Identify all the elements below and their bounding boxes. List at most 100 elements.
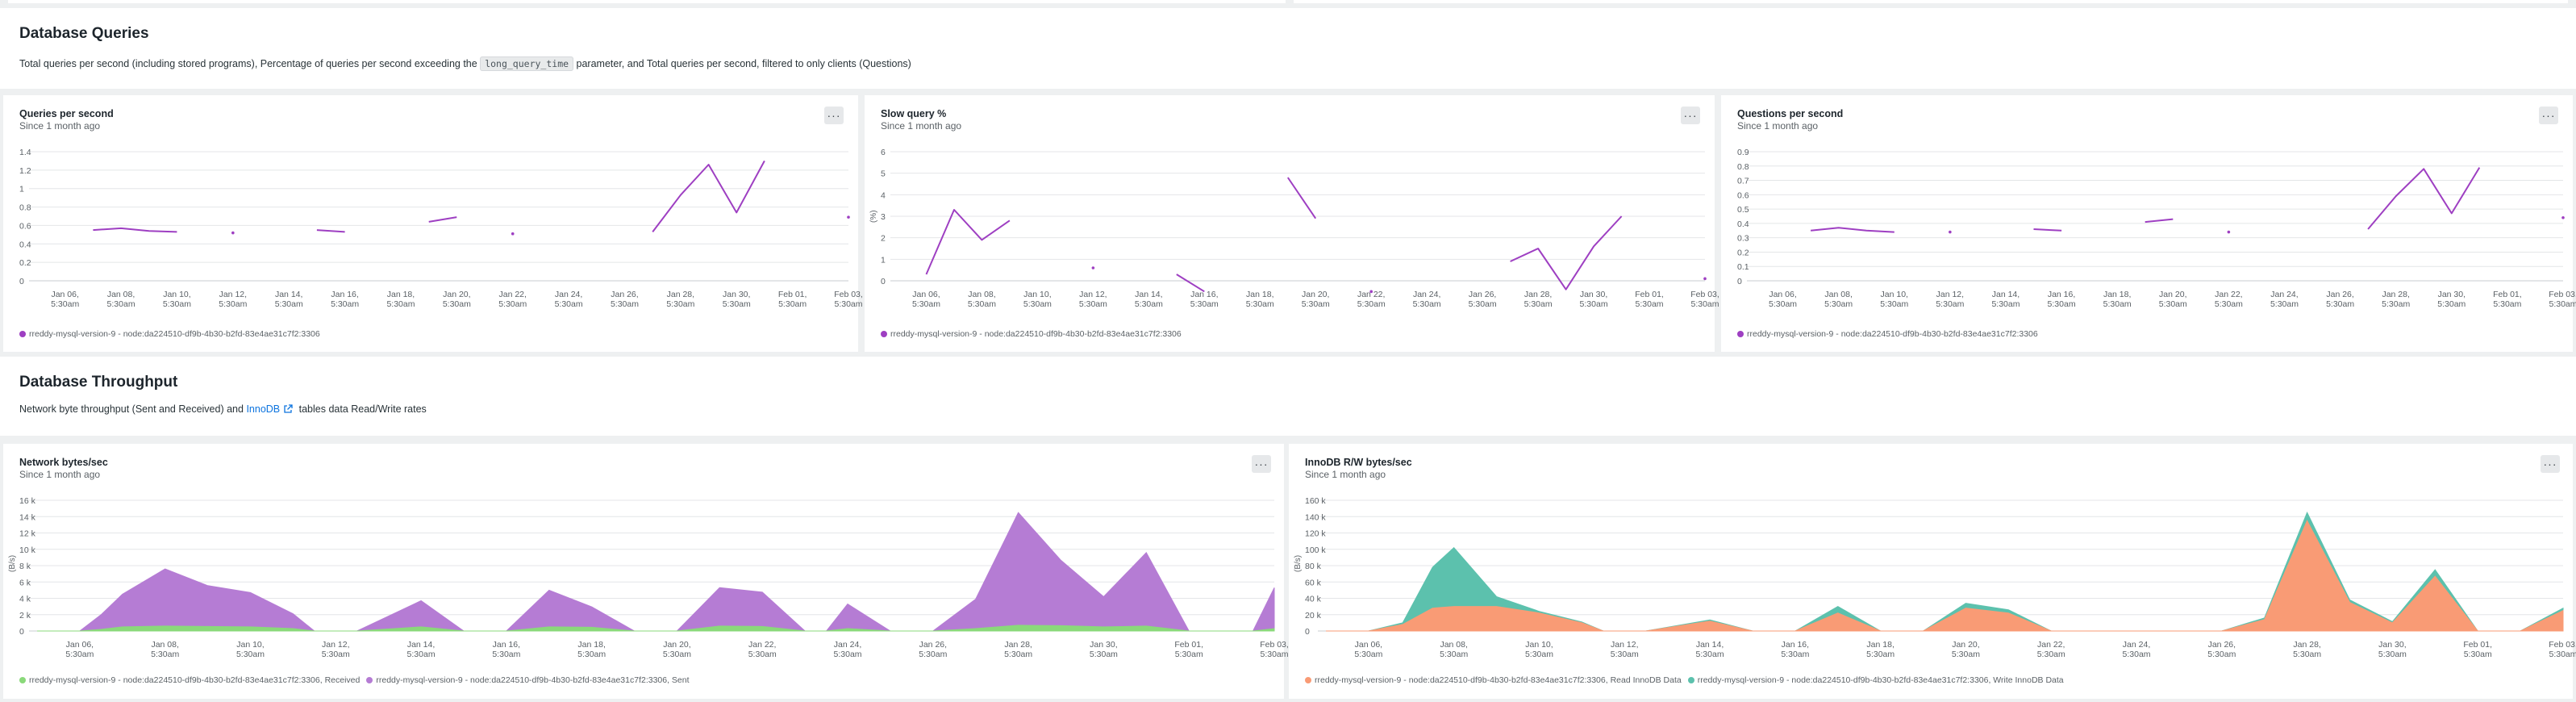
y-tick-label: 0.2 [1737,248,1749,257]
x-tick-label: Jan 14, [1992,290,2020,299]
y-tick-label: 0.8 [1737,162,1749,172]
legend-label: rreddy-mysql-version-9 - node:da224510-d… [1315,675,1682,685]
x-tick-label: Jan 20, [1952,640,1979,650]
y-tick-label: 0 [1305,627,1310,637]
y-tick-label: 0.6 [1737,190,1749,200]
y-tick-label: 0 [19,277,24,286]
chart-panel-questions-per-second: Questions per second Since 1 month ago ·… [1721,95,2576,352]
x-tick-label: Jan 06, [1769,290,1796,299]
x-tick-label: Jan 28, [667,290,694,299]
legend-item[interactable]: rreddy-mysql-version-9 - node:da224510-d… [881,329,1182,339]
y-tick-label: 2 [881,234,886,244]
chart-legend: rreddy-mysql-version-9 - node:da224510-d… [881,329,1188,339]
x-tick-label: Feb 03, [2549,290,2576,299]
x-tick-label: Jan 10, [1023,290,1051,299]
x-tick-label: Jan 12, [322,640,349,650]
description-text-1: Network byte throughput (Sent and Receiv… [19,403,244,415]
x-tick-label: Jan 28, [2382,290,2409,299]
chart-legend: rreddy-mysql-version-9 - node:da224510-d… [19,675,696,685]
x-tick-label: 5:30am [1357,299,1386,309]
y-axis-label: (%) [869,210,878,223]
x-tick-label: 5:30am [2549,650,2576,659]
x-tick-label: 5:30am [1525,650,1553,659]
x-tick-label: 5:30am [163,299,191,309]
x-tick-label: Jan 30, [2378,640,2406,650]
y-tick-label: 3 [881,212,886,222]
x-tick-label: Jan 30, [1580,290,1607,299]
section-description: Network byte throughput (Sent and Receiv… [19,403,427,415]
x-tick-label: 5:30am [2123,650,2151,659]
x-tick-label: 5:30am [331,299,359,309]
x-tick-label: Jan 14, [1135,290,1162,299]
x-tick-label: 5:30am [2103,299,2132,309]
x-tick-label: Jan 30, [1090,640,1117,650]
chart-panel-slow-query: Slow query % Since 1 month ago ··· 01234… [865,95,1719,352]
x-tick-label: Jan 24, [1413,290,1440,299]
x-tick-label: 5:30am [322,650,350,659]
x-tick-label: Jan 20, [663,640,690,650]
x-tick-label: 5:30am [2215,299,2243,309]
y-tick-label: 0 [19,627,24,637]
x-tick-label: 5:30am [1636,299,1664,309]
y-tick-label: 0.8 [19,203,31,213]
y-tick-label: 2 k [19,611,31,621]
series-line [1286,177,1317,219]
x-tick-label: Feb 03, [1260,640,1289,650]
x-tick-label: 5:30am [2037,650,2065,659]
queries-per-second-chart: 00.20.40.60.811.21.4Jan 06,5:30amJan 08,… [19,148,863,309]
x-tick-label: Jan 18, [387,290,415,299]
series-line [1810,227,1894,233]
y-tick-label: 1.4 [19,148,31,157]
x-tick-label: Jan 22, [748,640,776,650]
legend-item[interactable]: rreddy-mysql-version-9 - node:da224510-d… [19,329,320,339]
y-tick-label: 6 k [19,578,31,587]
x-tick-label: 5:30am [1246,299,1274,309]
chart-panel-queries-per-second: Queries per second Since 1 month ago ···… [3,95,863,352]
x-tick-label: 5:30am [1611,650,1639,659]
y-axis-label: (B/s) [1294,555,1303,572]
legend-dot [19,677,26,683]
y-tick-label: 120 k [1305,529,1326,539]
x-tick-label: Jan 08, [151,640,178,650]
legend-item[interactable]: rreddy-mysql-version-9 - node:da224510-d… [1305,675,1682,685]
x-tick-label: 5:30am [834,299,862,309]
x-tick-label: Jan 12, [1611,640,1638,650]
x-tick-label: 5:30am [443,299,471,309]
data-point [231,231,235,235]
y-tick-label: 4 k [19,595,31,604]
previous-panel-left [8,0,1286,3]
y-tick-label: 0 [1737,277,1742,286]
x-tick-label: Feb 03, [1690,290,1719,299]
y-tick-label: 6 [881,148,886,157]
x-tick-label: 5:30am [1690,299,1719,309]
legend-item[interactable]: rreddy-mysql-version-9 - node:da224510-d… [1737,329,2038,339]
x-tick-label: 5:30am [968,299,996,309]
innodb-link[interactable]: InnoDB [246,403,296,415]
x-tick-label: 5:30am [65,650,94,659]
x-tick-label: Jan 16, [2048,290,2075,299]
x-tick-label: Jan 10, [1525,640,1553,650]
legend-label: rreddy-mysql-version-9 - node:da224510-d… [376,675,690,685]
x-tick-label: Jan 18, [1246,290,1273,299]
y-tick-label: 0.9 [1737,148,1749,157]
legend-item[interactable]: rreddy-mysql-version-9 - node:da224510-d… [19,675,360,685]
x-tick-label: Jan 06, [66,640,94,650]
x-tick-label: 5:30am [2549,299,2576,309]
section-title: Database Queries [19,25,149,42]
legend-item[interactable]: rreddy-mysql-version-9 - node:da224510-d… [366,675,690,685]
x-tick-label: 5:30am [386,299,415,309]
legend-item[interactable]: rreddy-mysql-version-9 - node:da224510-d… [1687,675,2064,685]
x-tick-label: 5:30am [498,299,527,309]
x-tick-label: 5:30am [492,650,520,659]
x-tick-label: 5:30am [1260,650,1288,659]
x-tick-label: Jan 24, [834,640,861,650]
y-tick-label: 0.3 [1737,234,1749,244]
series-line [652,160,765,233]
x-tick-label: 5:30am [2493,299,2521,309]
x-tick-label: 5:30am [1781,650,1809,659]
x-tick-label: Jan 14, [275,290,302,299]
x-tick-label: 5:30am [1302,299,1330,309]
x-tick-label: Jan 10, [1881,290,1908,299]
questions-per-second-chart: 00.10.20.30.40.50.60.70.80.9Jan 06,5:30a… [1737,148,2576,309]
y-tick-label: 20 k [1305,611,1322,621]
